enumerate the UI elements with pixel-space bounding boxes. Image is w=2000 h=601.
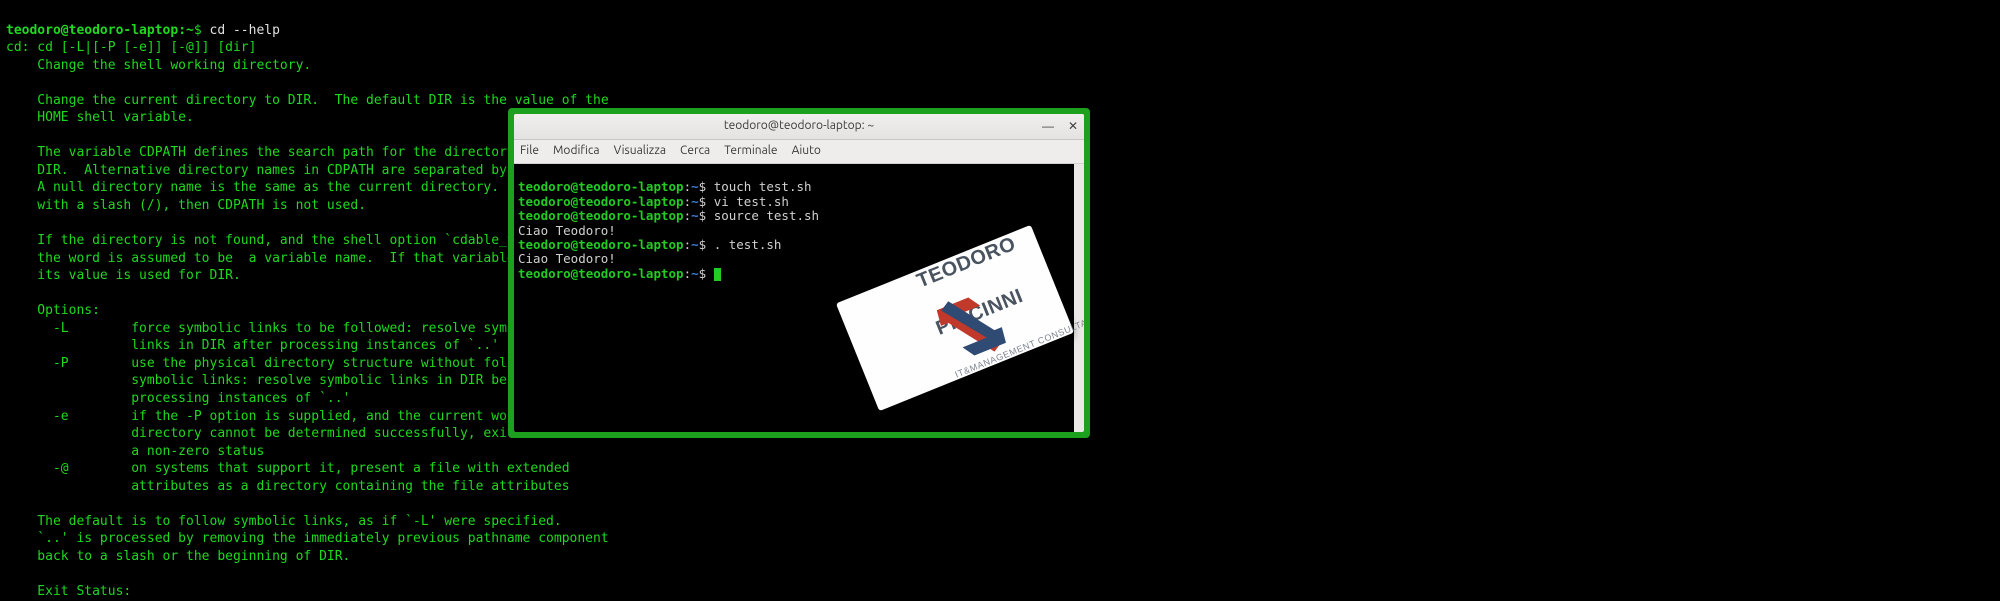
bg-prompt-user: teodoro@teodoro-laptop: [6, 23, 178, 38]
foreground-terminal-window: teodoro@teodoro-laptop: ~ — ✕ File Modif…: [508, 108, 1090, 438]
bg-prompt-dollar: $: [194, 23, 202, 38]
bg-command: cd --help: [210, 23, 280, 38]
menu-cerca[interactable]: Cerca: [680, 143, 710, 159]
menu-terminale[interactable]: Terminale: [724, 143, 777, 159]
window-inner: teodoro@teodoro-laptop: ~ — ✕ File Modif…: [514, 114, 1084, 432]
minimize-button[interactable]: —: [1042, 118, 1054, 134]
terminal-body[interactable]: teodoro@teodoro-laptop:~$ touch test.sh …: [514, 164, 1084, 432]
menu-modifica[interactable]: Modifica: [553, 143, 600, 159]
window-title: teodoro@teodoro-laptop: ~: [724, 118, 874, 134]
watermark-logo: TEODORO PICCINNI IT&MANAGEMENT CONSULTAN…: [836, 225, 1074, 411]
menu-aiuto[interactable]: Aiuto: [792, 143, 821, 159]
window-titlebar[interactable]: teodoro@teodoro-laptop: ~ — ✕: [514, 114, 1084, 140]
menu-file[interactable]: File: [520, 143, 539, 159]
close-button[interactable]: ✕: [1068, 118, 1078, 134]
menu-visualizza[interactable]: Visualizza: [614, 143, 666, 159]
bg-prompt-path: ~: [186, 23, 194, 38]
cursor: [714, 268, 721, 281]
bg-prompt-sep: :: [178, 23, 186, 38]
window-menubar: File Modifica Visualizza Cerca Terminale…: [514, 140, 1084, 164]
window-controls: — ✕: [1042, 114, 1078, 139]
